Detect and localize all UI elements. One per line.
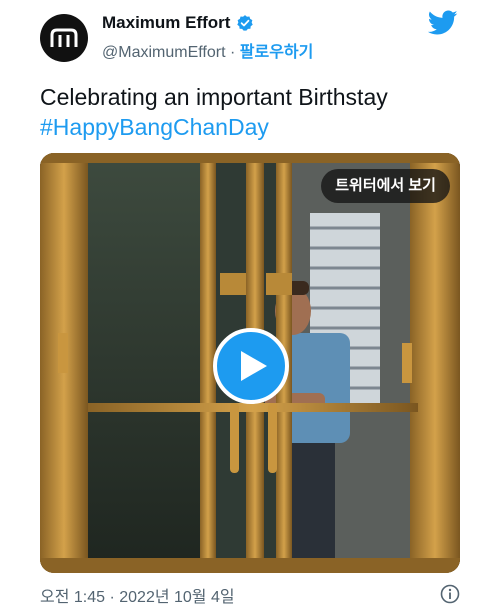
author-display-name[interactable]: Maximum Effort <box>102 13 230 33</box>
view-on-twitter-button[interactable]: 트위터에서 보기 <box>321 169 450 203</box>
maximum-effort-logo-icon <box>50 28 78 47</box>
play-icon <box>241 351 267 381</box>
tweet-timestamp[interactable]: 오전 1:45 · 2022년 10월 4일 <box>40 583 235 607</box>
twitter-bird-icon[interactable] <box>428 10 458 36</box>
video-media[interactable]: 트위터에서 보기 <box>40 153 460 573</box>
author-handle-row: @MaximumEffort · 팔로우하기 <box>102 38 313 62</box>
hashtag-link[interactable]: #HappyBangChanDay <box>40 112 470 142</box>
handle-separator: · <box>229 44 236 61</box>
tweet-text: Celebrating an important Birthstay #Happ… <box>40 82 470 142</box>
play-button[interactable] <box>213 328 289 404</box>
author-handle[interactable]: @MaximumEffort <box>102 44 226 61</box>
verified-badge-icon <box>237 15 254 31</box>
author-name-row: Maximum Effort <box>102 13 254 33</box>
follow-link[interactable]: 팔로우하기 <box>240 44 314 61</box>
info-icon[interactable] <box>440 584 460 604</box>
tweet-embed-card: Maximum Effort @MaximumEffort · 팔로우하기 Ce… <box>0 0 500 610</box>
avatar[interactable] <box>40 14 88 62</box>
tweet-body: Celebrating an important Birthstay <box>40 84 388 110</box>
